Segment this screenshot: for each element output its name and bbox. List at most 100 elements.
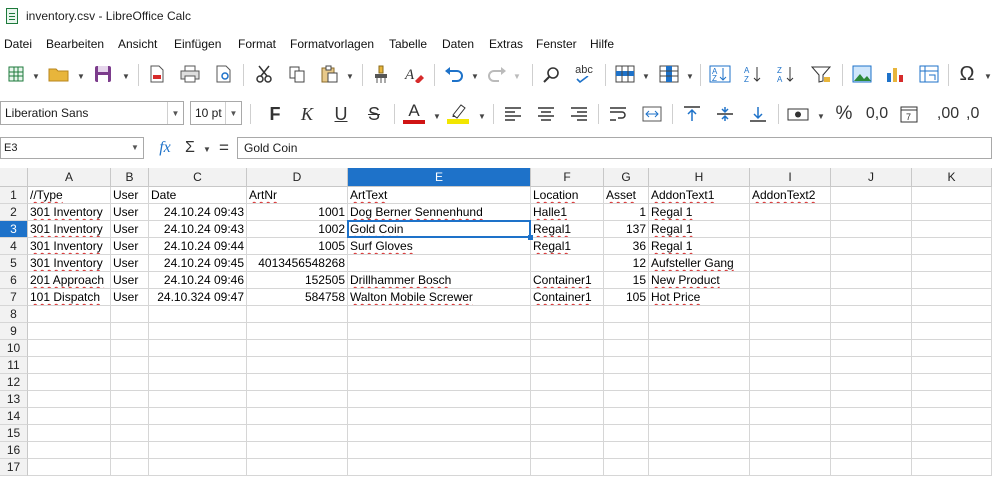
cell-c7[interactable]: 24.10.324 09:47 — [149, 289, 247, 306]
cell-k7[interactable] — [912, 289, 992, 306]
clone-formatting-icon[interactable] — [369, 62, 393, 86]
cell-h4[interactable]: Regal 1 — [649, 238, 750, 255]
cell-h14[interactable] — [649, 408, 750, 425]
cell-i13[interactable] — [750, 391, 831, 408]
cell-g4[interactable]: 36 — [604, 238, 649, 255]
find-replace-icon[interactable] — [539, 62, 565, 86]
cell-e3[interactable]: Gold Coin — [348, 221, 531, 238]
cell-j13[interactable] — [831, 391, 912, 408]
pivot-table-icon[interactable] — [916, 62, 942, 86]
cell-a13[interactable] — [28, 391, 111, 408]
redo-icon[interactable] — [484, 62, 510, 86]
formula-icon[interactable]: = — [214, 137, 234, 159]
cell-c10[interactable] — [149, 340, 247, 357]
cell-i8[interactable] — [750, 306, 831, 323]
select-all-corner[interactable] — [0, 168, 28, 187]
bold-button[interactable]: F — [262, 102, 288, 126]
cell-j3[interactable] — [831, 221, 912, 238]
cell-h2[interactable]: Regal 1 — [649, 204, 750, 221]
cell-f3[interactable]: Regal1 — [531, 221, 604, 238]
cell-c12[interactable] — [149, 374, 247, 391]
cell-f10[interactable] — [531, 340, 604, 357]
row-header-10[interactable]: 10 — [0, 340, 28, 357]
new-spreadsheet-icon[interactable] — [4, 62, 28, 86]
cell-f7[interactable]: Container1 — [531, 289, 604, 306]
cell-e9[interactable] — [348, 323, 531, 340]
font-size-box[interactable]: 10 pt ▼ — [190, 101, 242, 125]
cell-e1[interactable]: ArtText — [348, 187, 531, 204]
row-dropdown-icon[interactable]: ▼ — [642, 72, 650, 81]
delete-decimal-button[interactable]: ,0 — [966, 102, 992, 126]
column-header-d[interactable]: D — [247, 168, 348, 187]
cell-d8[interactable] — [247, 306, 348, 323]
cell-c13[interactable] — [149, 391, 247, 408]
menu-daten[interactable]: Daten — [442, 37, 474, 51]
font-color-dropdown-icon[interactable]: ▼ — [433, 112, 441, 121]
cell-d6[interactable]: 152505 — [247, 272, 348, 289]
function-wizard-icon[interactable]: fx — [152, 137, 178, 159]
save-icon[interactable] — [90, 62, 116, 86]
cell-c11[interactable] — [149, 357, 247, 374]
cell-a7[interactable]: 101 Dispatch — [28, 289, 111, 306]
date-format-icon[interactable]: 7 — [896, 102, 922, 126]
cell-f11[interactable] — [531, 357, 604, 374]
cell-j16[interactable] — [831, 442, 912, 459]
cell-j8[interactable] — [831, 306, 912, 323]
cell-f9[interactable] — [531, 323, 604, 340]
number-format-button[interactable]: 0,0 — [862, 102, 892, 126]
column-header-e[interactable]: E — [348, 168, 531, 187]
cell-g3[interactable]: 137 — [604, 221, 649, 238]
print-icon[interactable] — [177, 62, 203, 86]
cell-k12[interactable] — [912, 374, 992, 391]
cell-i3[interactable] — [750, 221, 831, 238]
cell-a2[interactable]: 301 Inventory — [28, 204, 111, 221]
cell-a9[interactable] — [28, 323, 111, 340]
cell-h1[interactable]: AddonText1 — [649, 187, 750, 204]
cell-h3[interactable]: Regal 1 — [649, 221, 750, 238]
row-header-2[interactable]: 2 — [0, 204, 28, 221]
cell-i14[interactable] — [750, 408, 831, 425]
spreadsheet-grid[interactable]: ABCDEFGHIJK 1 2 3 4 5 6 7 8 9 10 11 12 13 14 15 16 17 //… — [0, 168, 992, 479]
cell-d11[interactable] — [247, 357, 348, 374]
cell-g16[interactable] — [604, 442, 649, 459]
cell-k15[interactable] — [912, 425, 992, 442]
sort-icon[interactable]: AZ — [707, 62, 733, 86]
cell-k5[interactable] — [912, 255, 992, 272]
center-vertically-icon[interactable] — [712, 102, 738, 126]
cell-a6[interactable]: 201 Approach — [28, 272, 111, 289]
cell-f5[interactable] — [531, 255, 604, 272]
cell-c1[interactable]: Date — [149, 187, 247, 204]
cell-g15[interactable] — [604, 425, 649, 442]
align-right-icon[interactable] — [566, 102, 592, 126]
cell-c2[interactable]: 24.10.24 09:43 — [149, 204, 247, 221]
cell-b2[interactable]: User — [111, 204, 149, 221]
cell-k9[interactable] — [912, 323, 992, 340]
cell-i9[interactable] — [750, 323, 831, 340]
cell-a10[interactable] — [28, 340, 111, 357]
name-box[interactable]: E3 ▼ — [0, 137, 144, 159]
column-header-f[interactable]: F — [531, 168, 604, 187]
cell-j4[interactable] — [831, 238, 912, 255]
cell-j6[interactable] — [831, 272, 912, 289]
cell-g1[interactable]: Asset — [604, 187, 649, 204]
menu-tabelle[interactable]: Tabelle — [389, 37, 427, 51]
cell-k2[interactable] — [912, 204, 992, 221]
copy-icon[interactable] — [284, 62, 310, 86]
clear-formatting-icon[interactable]: A — [402, 62, 426, 86]
insert-image-icon[interactable] — [849, 62, 875, 86]
cell-f2[interactable]: Halle1 — [531, 204, 604, 221]
menu-fenster[interactable]: Fenster — [536, 37, 577, 51]
cell-c14[interactable] — [149, 408, 247, 425]
print-preview-icon[interactable] — [211, 62, 237, 86]
column-header-i[interactable]: I — [750, 168, 831, 187]
align-center-icon[interactable] — [533, 102, 559, 126]
cell-e8[interactable] — [348, 306, 531, 323]
cell-h15[interactable] — [649, 425, 750, 442]
row-header-12[interactable]: 12 — [0, 374, 28, 391]
cell-i12[interactable] — [750, 374, 831, 391]
cell-e15[interactable] — [348, 425, 531, 442]
cell-e10[interactable] — [348, 340, 531, 357]
row-header-16[interactable]: 16 — [0, 442, 28, 459]
cell-j10[interactable] — [831, 340, 912, 357]
cell-b5[interactable]: User — [111, 255, 149, 272]
